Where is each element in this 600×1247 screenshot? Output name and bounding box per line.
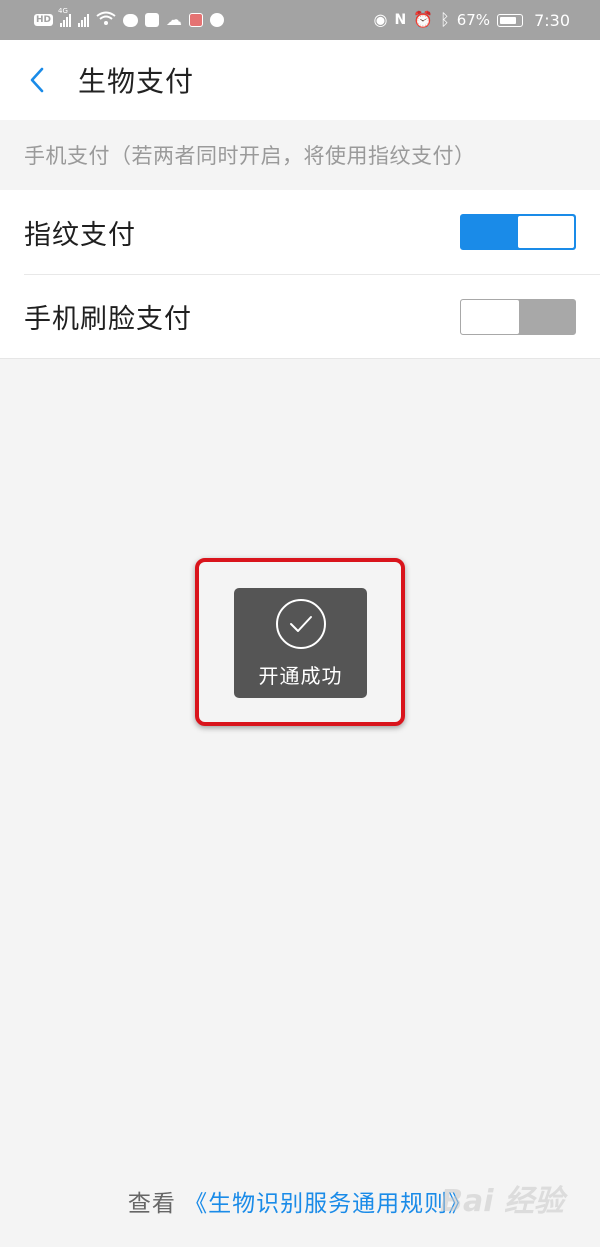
success-toast: 开通成功 xyxy=(234,588,367,698)
chat-icon xyxy=(123,13,139,27)
status-bar: HD 4G ☁ ◉ N ⏰ ᛒ 67% 7:30 xyxy=(0,0,600,40)
page-title: 生物支付 xyxy=(78,65,195,98)
footer-prefix: 查看 xyxy=(127,1191,176,1217)
toggle-knob xyxy=(518,216,574,248)
wifi-icon xyxy=(96,11,116,29)
clock: 7:30 xyxy=(534,10,570,30)
signal-icon: 4G xyxy=(58,7,72,27)
network-label: 4G xyxy=(58,7,68,15)
status-bar-right: ◉ N ⏰ ᛒ 67% 7:30 xyxy=(374,11,571,30)
section-hint: 手机支付（若两者同时开启，将使用指纹支付） xyxy=(24,144,476,168)
fingerprint-toggle[interactable] xyxy=(460,214,576,250)
signal-icon xyxy=(78,13,90,27)
status-bar-left: HD 4G ☁ xyxy=(34,7,225,29)
check-circle-icon xyxy=(275,599,326,649)
rules-link[interactable]: 《生物识别服务通用规则》 xyxy=(184,1191,472,1217)
chevron-left-icon xyxy=(30,67,44,93)
back-button[interactable] xyxy=(2,40,72,120)
book-icon xyxy=(189,13,204,27)
cloud-icon: ☁ xyxy=(166,10,183,29)
bluetooth-icon: ᛒ xyxy=(440,10,450,29)
toggle-knob xyxy=(461,299,519,334)
voice-icon xyxy=(210,13,225,27)
footer: 查看 《生物识别服务通用规则》 xyxy=(0,1184,600,1218)
nfc-icon: N xyxy=(394,12,407,28)
settings-list: 指纹支付 手机刷脸支付 xyxy=(0,190,600,359)
alarm-icon: ⏰ xyxy=(413,10,434,29)
setting-row-fingerprint[interactable]: 指纹支付 xyxy=(24,190,600,274)
toast-message: 开通成功 xyxy=(258,664,343,688)
face-pay-toggle[interactable] xyxy=(460,298,576,335)
battery-percent: 67% xyxy=(456,11,491,29)
eye-icon: ◉ xyxy=(373,10,388,29)
app-icon xyxy=(145,13,160,27)
setting-label: 指纹支付 xyxy=(24,219,136,251)
setting-row-face[interactable]: 手机刷脸支付 xyxy=(24,274,600,358)
app-header: 生物支付 xyxy=(0,40,600,120)
battery-icon xyxy=(497,13,524,27)
setting-label: 手机刷脸支付 xyxy=(24,304,192,335)
hd-icon: HD xyxy=(34,14,54,26)
